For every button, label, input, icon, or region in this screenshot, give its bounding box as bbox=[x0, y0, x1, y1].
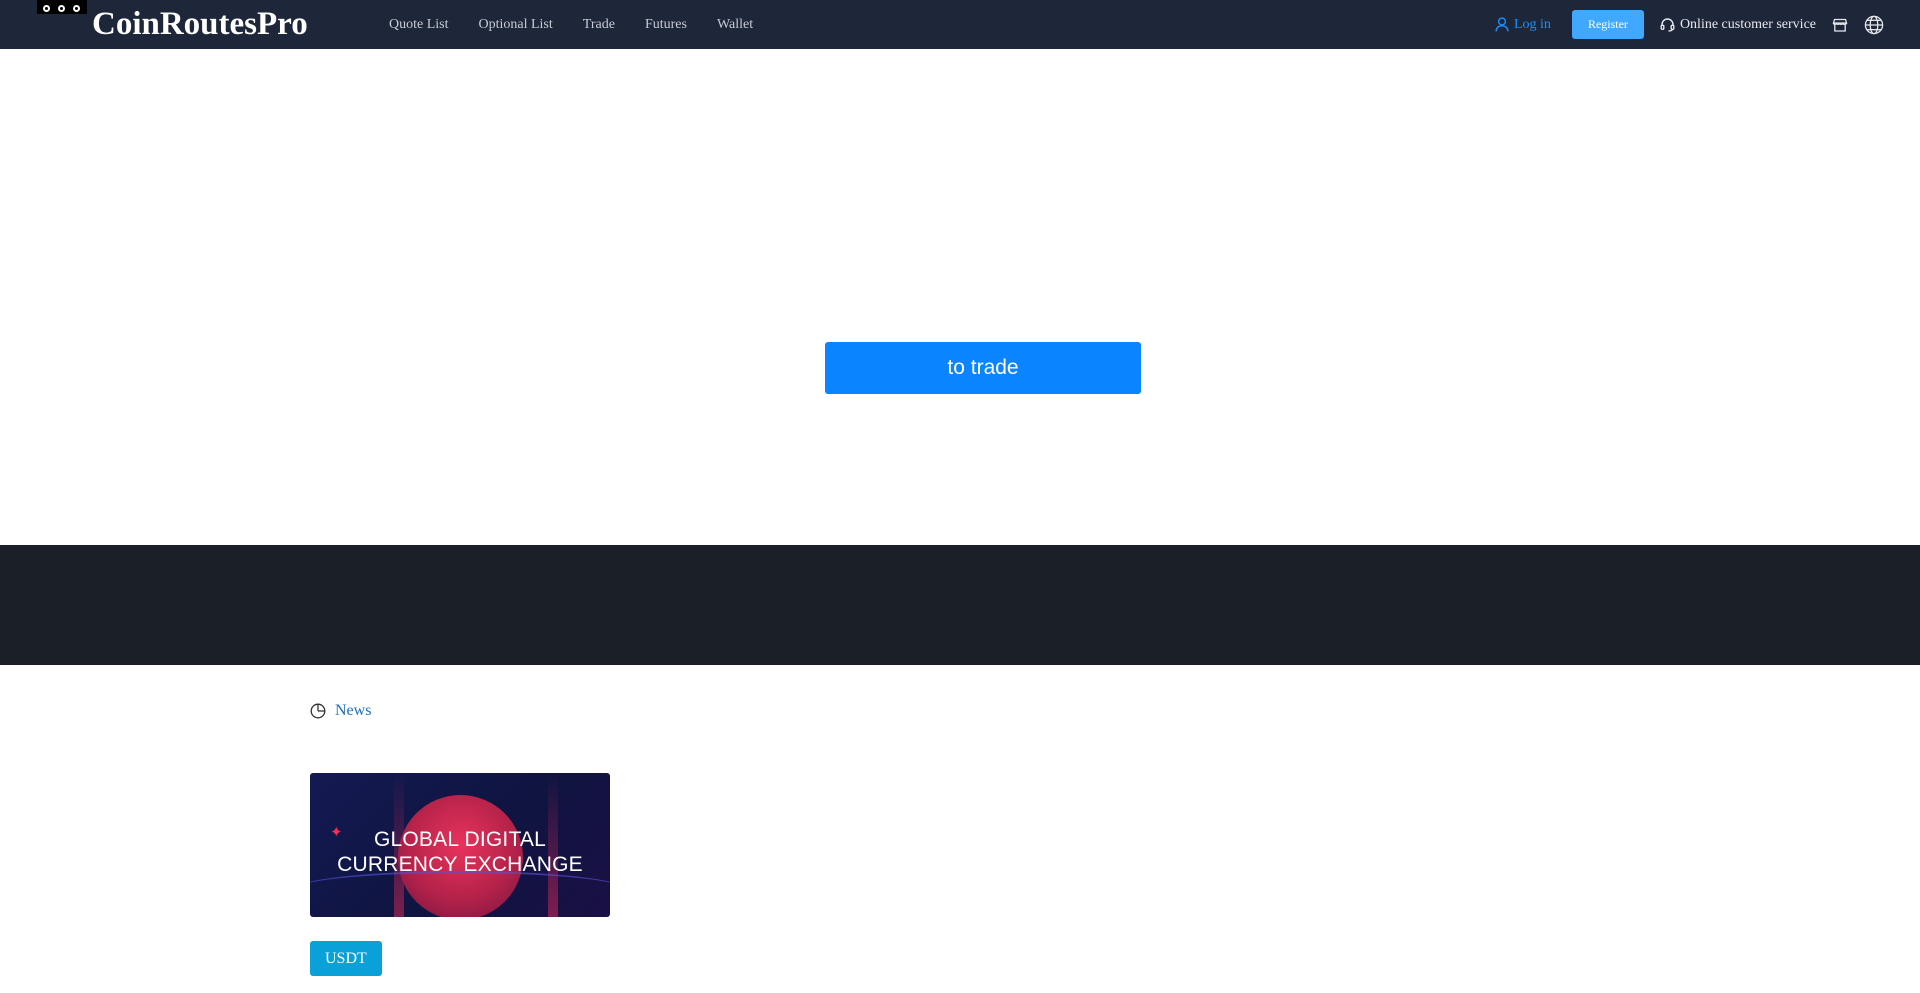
nav-item-trade[interactable]: Trade bbox=[583, 2, 615, 48]
news-title: News bbox=[335, 702, 372, 719]
usdt-tag-button[interactable]: USDT bbox=[310, 941, 382, 976]
news-card-headline-line2: CURRENCY EXCHANGE bbox=[337, 853, 583, 876]
customer-service-link[interactable]: Online customer service bbox=[1660, 17, 1816, 33]
news-card-headline: GLOBAL DIGITAL CURRENCY EXCHANGE bbox=[310, 827, 610, 877]
register-button[interactable]: Register bbox=[1571, 10, 1644, 39]
card-decor-wave bbox=[310, 871, 610, 911]
login-link[interactable]: Log in bbox=[1495, 17, 1551, 33]
news-section: News ✦ GLOBAL DIGITAL CURRENCY EXCHANGE … bbox=[0, 665, 1920, 993]
clock-icon bbox=[310, 703, 326, 719]
globe-icon[interactable] bbox=[1864, 15, 1884, 35]
nav-item-quote-list[interactable]: Quote List bbox=[389, 2, 449, 48]
store-icon[interactable] bbox=[1832, 17, 1848, 33]
nav-item-optional-list[interactable]: Optional List bbox=[479, 2, 553, 48]
to-trade-button[interactable]: to trade bbox=[825, 342, 1141, 394]
headset-icon bbox=[1660, 18, 1675, 32]
logo-mark-icon[interactable] bbox=[37, 0, 87, 14]
login-label: Log in bbox=[1513, 16, 1551, 32]
customer-service-label: Online customer service bbox=[1679, 16, 1816, 32]
header-actions: Log in Register Online customer service bbox=[1495, 0, 1884, 49]
news-card-image[interactable]: ✦ GLOBAL DIGITAL CURRENCY EXCHANGE bbox=[310, 773, 610, 917]
main-nav: Quote List Optional List Trade Futures W… bbox=[389, 0, 783, 49]
hero-section: to trade bbox=[0, 49, 1920, 545]
nav-item-futures[interactable]: Futures bbox=[645, 2, 687, 48]
news-card-headline-line1: GLOBAL DIGITAL bbox=[373, 828, 547, 851]
nav-item-wallet[interactable]: Wallet bbox=[717, 2, 753, 48]
user-icon bbox=[1495, 17, 1509, 32]
brand-name[interactable]: CoinRoutesPro bbox=[92, 4, 308, 44]
dark-banner bbox=[0, 545, 1920, 665]
news-header[interactable]: News bbox=[310, 702, 371, 720]
top-header: CoinRoutesPro Quote List Optional List T… bbox=[0, 0, 1920, 49]
